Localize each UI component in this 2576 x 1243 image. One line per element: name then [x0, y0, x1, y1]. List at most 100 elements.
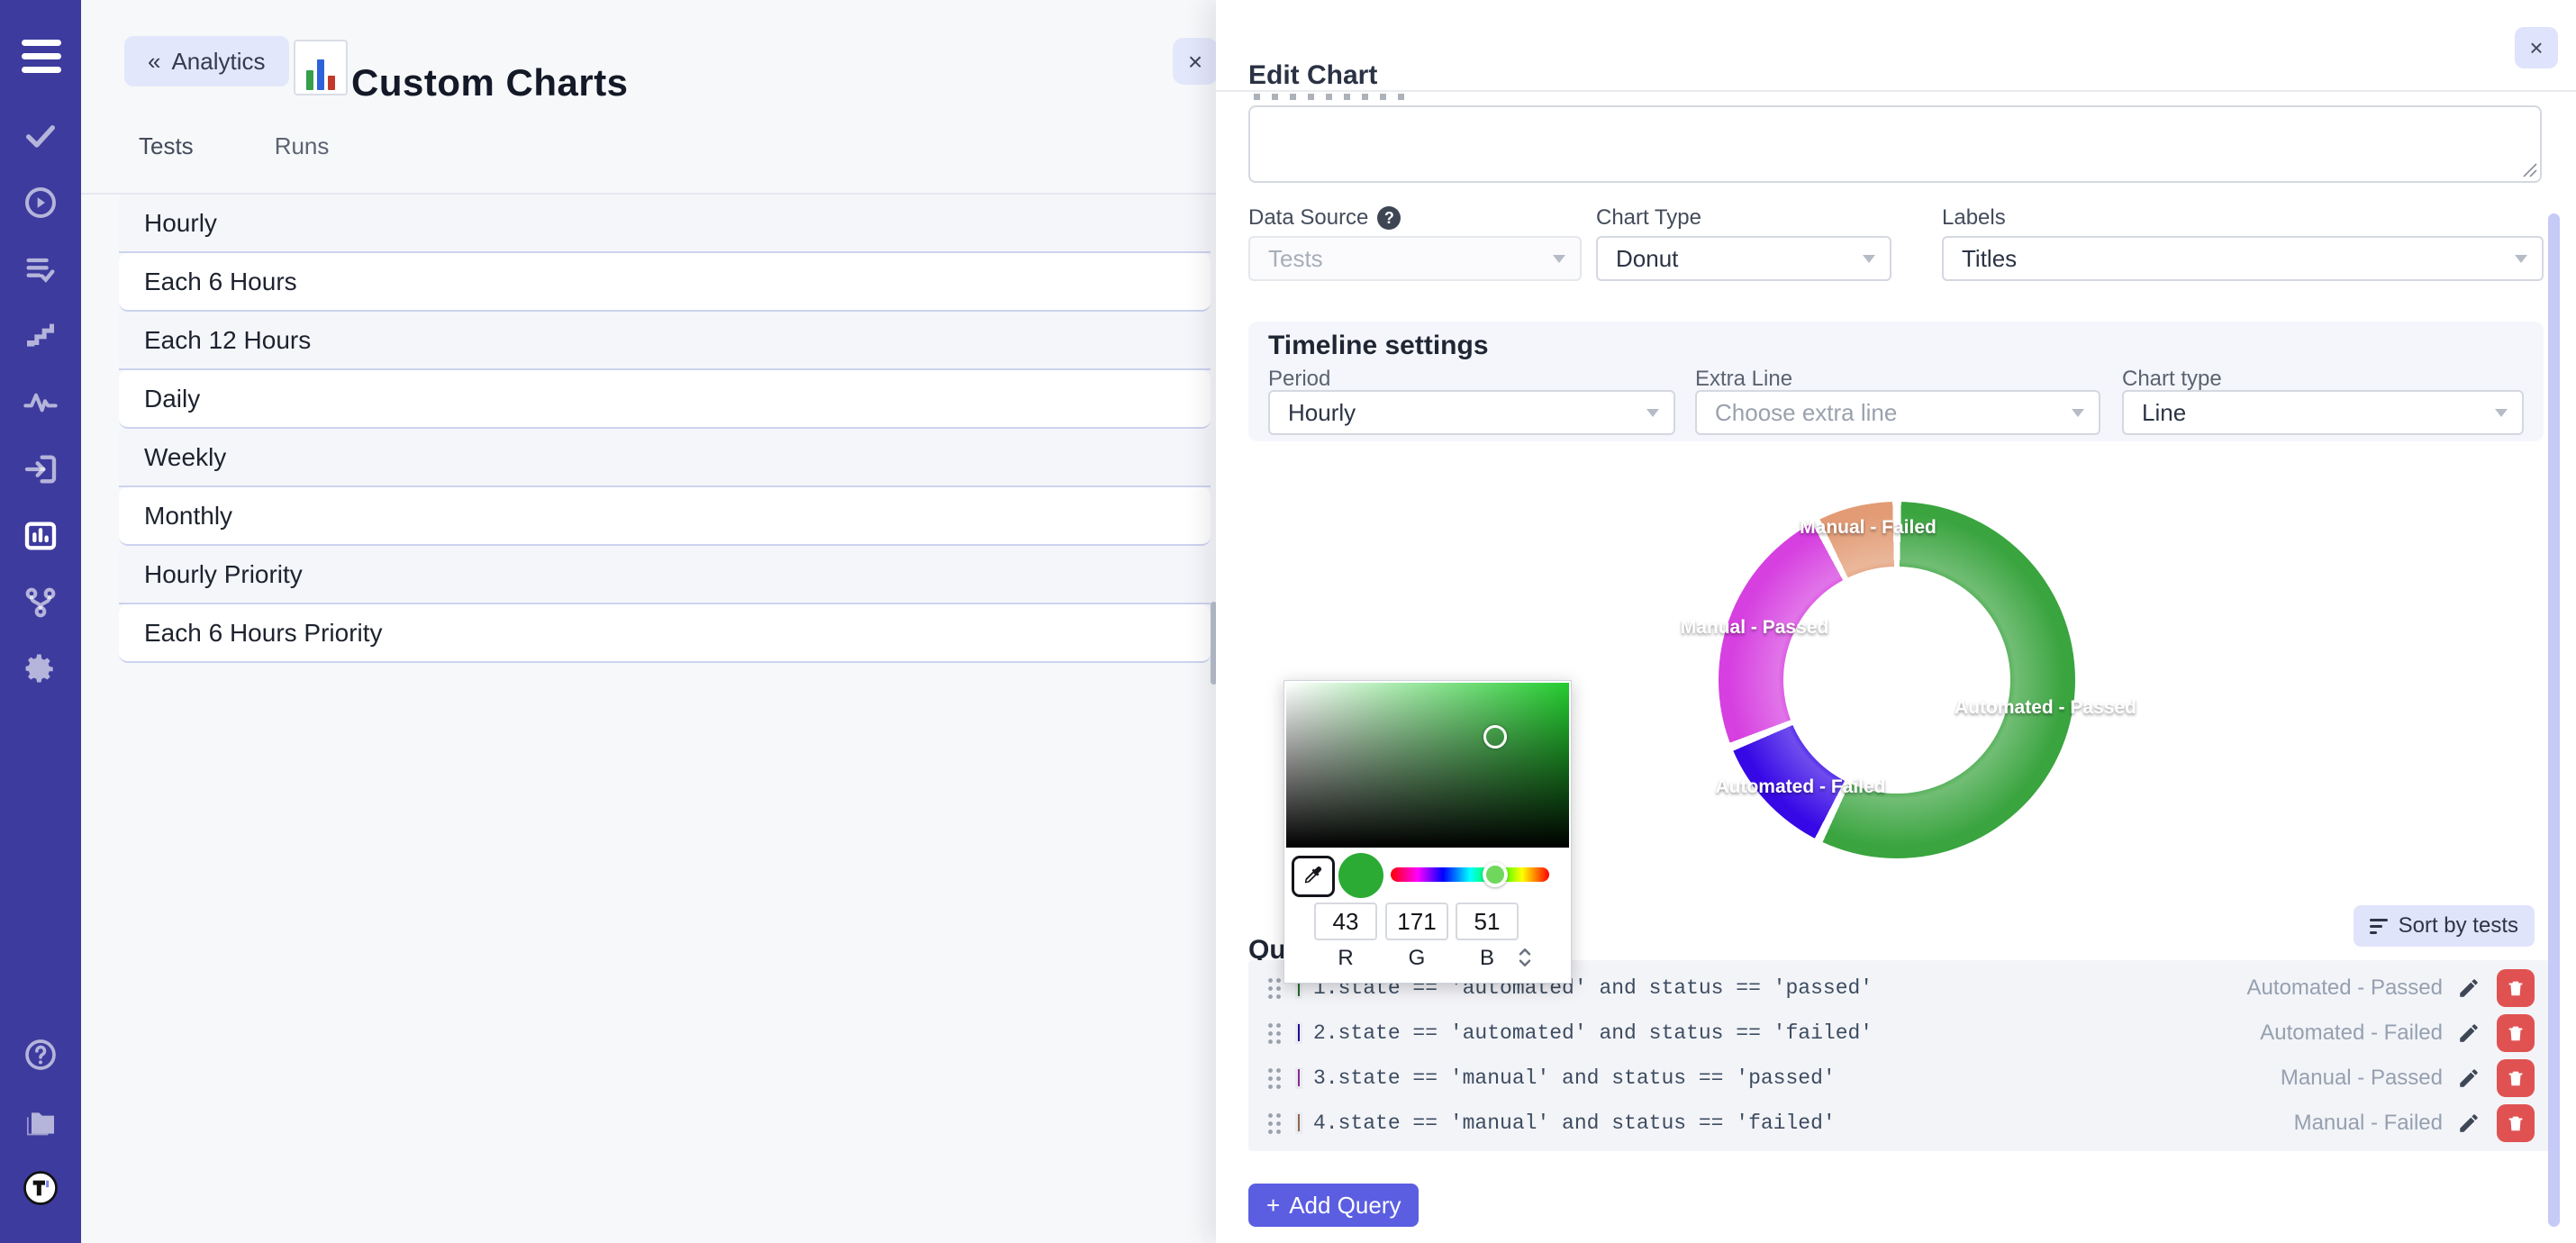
delete-query-button[interactable]	[2497, 1104, 2535, 1142]
labels-label: Labels	[1942, 205, 2006, 231]
query-color-swatch	[1298, 1114, 1300, 1131]
delete-query-button[interactable]	[2497, 1014, 2535, 1052]
hue-slider-thumb[interactable]	[1483, 862, 1508, 887]
saturation-area[interactable]	[1286, 683, 1569, 848]
timeline-chart-type-select[interactable]: Line	[2122, 390, 2524, 435]
data-source-select[interactable]: Tests	[1248, 236, 1582, 281]
panel-header: « Analytics Custom Charts ×	[81, 0, 1216, 99]
trash-icon	[2506, 1113, 2526, 1133]
tab-runs[interactable]: Runs	[269, 132, 335, 161]
list-item-each-12-hours[interactable]: Each 12 Hours	[119, 312, 1211, 370]
extra-line-select[interactable]: Choose extra line	[1695, 390, 2100, 435]
drag-handle-icon[interactable]	[1266, 976, 1283, 1000]
color-swatch-frame[interactable]	[1295, 1112, 1302, 1134]
green-label: G	[1385, 946, 1448, 971]
list-item-weekly[interactable]: Weekly	[119, 429, 1211, 487]
donut-hole	[1783, 567, 2010, 794]
green-input[interactable]	[1385, 903, 1448, 940]
panel-close-button[interactable]: ×	[1173, 38, 1218, 85]
format-toggle-icon[interactable]	[1515, 944, 1535, 971]
drag-handle-icon[interactable]	[1266, 1111, 1283, 1135]
branches-icon[interactable]	[22, 584, 59, 622]
eyedropper-icon	[1302, 865, 1325, 888]
list-item-each-6-hours[interactable]: Each 6 Hours	[119, 253, 1211, 312]
period-select[interactable]: Hourly	[1268, 390, 1675, 435]
chevron-down-icon	[1863, 255, 1875, 263]
hue-slider[interactable]	[1391, 867, 1549, 882]
data-source-label: Data Source ?	[1248, 205, 1401, 231]
blue-input[interactable]	[1456, 903, 1519, 940]
menu-icon[interactable]	[22, 40, 61, 74]
donut-chart[interactable]: Manual - Failed Manual - Passed Automate…	[1719, 502, 2075, 858]
list-item-hourly[interactable]: Hourly	[119, 195, 1211, 253]
delete-query-button[interactable]	[2497, 969, 2535, 1007]
close-icon: ×	[1188, 48, 1202, 76]
back-to-analytics-button[interactable]: « Analytics	[124, 36, 289, 86]
list-item-daily[interactable]: Daily	[119, 370, 1211, 429]
chevron-down-icon	[1646, 409, 1659, 417]
chart-type-label: Chart Type	[1596, 205, 1701, 231]
tab-tests[interactable]: Tests	[133, 132, 199, 161]
list-item-hourly-priority[interactable]: Hourly Priority	[119, 546, 1211, 604]
chart-description-textarea[interactable]	[1248, 105, 2542, 183]
edit-chart-panel: Edit Chart × Data Source ? Chart Type La…	[1216, 0, 2576, 1243]
saturation-pointer[interactable]	[1483, 725, 1507, 749]
query-color-swatch	[1298, 1069, 1300, 1086]
red-input[interactable]	[1314, 903, 1377, 940]
chevron-down-icon	[2495, 409, 2508, 417]
extra-line-label: Extra Line	[1695, 367, 1792, 392]
query-title-label: Manual - Failed	[2294, 1111, 2443, 1136]
pulse-icon[interactable]	[22, 384, 59, 422]
page-title: Custom Charts	[351, 61, 629, 104]
clipped-label-fragment	[1254, 94, 1407, 100]
custom-charts-panel: « Analytics Custom Charts × Tests Runs H…	[81, 0, 1216, 1243]
current-color-swatch[interactable]	[1338, 853, 1383, 898]
app-logo[interactable]	[22, 1169, 59, 1207]
query-row: 4.state == 'manual' and status == 'faile…	[1248, 1102, 2549, 1145]
header-divider	[1216, 90, 2576, 92]
edit-pencil-icon[interactable]	[2457, 1021, 2481, 1045]
panel-scrollbar[interactable]	[2548, 213, 2560, 1227]
delete-query-button[interactable]	[2497, 1059, 2535, 1097]
edit-pencil-icon[interactable]	[2457, 1066, 2481, 1090]
icon-rail	[0, 0, 81, 1243]
drag-handle-icon[interactable]	[1266, 1066, 1283, 1090]
analytics-icon[interactable]	[22, 517, 59, 555]
edit-pencil-icon[interactable]	[2457, 976, 2481, 1000]
custom-charts-icon	[294, 40, 348, 95]
list-item-each-6-hours-priority[interactable]: Each 6 Hours Priority	[119, 604, 1211, 663]
edit-pencil-icon[interactable]	[2457, 1111, 2481, 1135]
eyedropper-button[interactable]	[1292, 856, 1335, 897]
queries-list: 1.state == 'automated' and status == 'pa…	[1248, 960, 2549, 1151]
chart-list: Hourly Each 6 Hours Each 12 Hours Daily …	[119, 195, 1211, 663]
milestones-steps-icon[interactable]	[22, 317, 59, 355]
period-label: Period	[1268, 367, 1330, 392]
tests-check-icon[interactable]	[22, 117, 59, 155]
test-plans-icon[interactable]	[22, 250, 59, 288]
color-swatch-frame[interactable]	[1295, 1067, 1302, 1089]
drag-handle-icon[interactable]	[1266, 1021, 1283, 1045]
query-title-label: Automated - Failed	[2260, 1021, 2443, 1046]
add-query-button[interactable]: + Add Query	[1248, 1184, 1419, 1227]
settings-gear-icon[interactable]	[22, 650, 59, 688]
sort-by-tests-button[interactable]: Sort by tests	[2354, 905, 2535, 947]
plus-icon: +	[1266, 1192, 1280, 1220]
color-swatch-frame[interactable]	[1295, 1022, 1302, 1044]
chevron-down-icon	[2072, 409, 2084, 417]
query-title-label: Automated - Passed	[2247, 975, 2443, 1001]
projects-folder-icon[interactable]	[22, 1104, 59, 1142]
help-circle-icon[interactable]: ?	[1377, 206, 1401, 230]
chevrons-left-icon: «	[148, 48, 160, 76]
help-icon[interactable]	[22, 1036, 59, 1074]
chart-type-select[interactable]: Donut	[1596, 236, 1891, 281]
query-expression: 2.state == 'automated' and status == 'fa…	[1313, 1021, 1873, 1045]
labels-select[interactable]: Titles	[1942, 236, 2544, 281]
timeline-settings-section: Timeline settings Period Extra Line Char…	[1248, 322, 2544, 441]
edit-chart-close-button[interactable]: ×	[2515, 27, 2558, 68]
timeline-chart-type-label: Chart type	[2122, 367, 2222, 392]
imports-icon[interactable]	[22, 450, 59, 488]
runs-play-icon[interactable]	[22, 184, 59, 222]
list-item-monthly[interactable]: Monthly	[119, 487, 1211, 546]
tabs: Tests Runs	[133, 132, 334, 161]
timeline-settings-title: Timeline settings	[1268, 331, 1489, 361]
